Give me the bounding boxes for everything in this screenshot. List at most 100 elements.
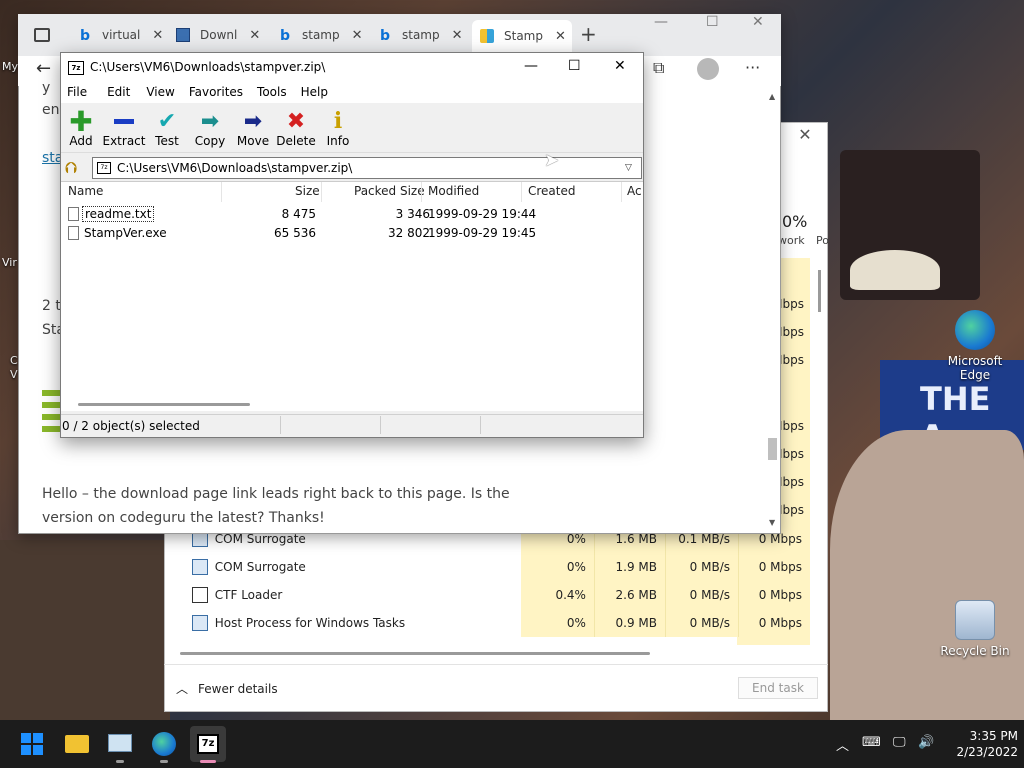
tab-actions-icon[interactable]	[34, 28, 50, 42]
window-title: C:\Users\VM6\Downloads\stampver.zip\	[90, 60, 326, 74]
desktop-icon-label: Microsoft Edge	[947, 354, 1003, 382]
tab-label: Stamp	[504, 29, 543, 43]
close-icon[interactable]: ✕	[790, 124, 820, 146]
close-tab-icon[interactable]: ✕	[555, 29, 566, 44]
info-button[interactable]: i Info	[316, 108, 360, 148]
process-row[interactable]: CTF Loader 0.4% 2.6 MB 0 MB/s 0 Mbps	[164, 581, 811, 609]
file-packed-size: 3 346	[395, 207, 430, 221]
delete-button[interactable]: ✖ Delete	[274, 108, 318, 149]
menu-help[interactable]: Help	[295, 83, 334, 103]
end-task-button[interactable]: End task	[738, 677, 818, 699]
close-tab-icon[interactable]: ✕	[249, 28, 260, 43]
recycle-bin-icon	[955, 600, 995, 640]
add-button[interactable]: ✚ Add	[59, 105, 103, 149]
tab-stamp[interactable]: b stamp ✕	[270, 22, 364, 48]
chevron-up-icon[interactable]: ︿	[836, 735, 849, 754]
column-header-name[interactable]: Name	[68, 184, 103, 198]
desktop-icon-recycle-bin[interactable]: Recycle Bin	[935, 600, 1015, 658]
column-separator[interactable]	[621, 182, 622, 202]
process-memory: 1.9 MB	[593, 553, 665, 581]
network-icon[interactable]: 🖵	[893, 735, 906, 750]
column-header-modified[interactable]: Modified	[428, 184, 479, 198]
column-header-size[interactable]: Size	[295, 184, 320, 198]
new-tab-button[interactable]: +	[580, 22, 597, 46]
toolbar-label: Copy	[194, 134, 226, 148]
profile-avatar-icon[interactable]	[697, 58, 719, 80]
close-icon[interactable]: ✕	[752, 14, 764, 30]
maximize-icon[interactable]: ☐	[706, 14, 719, 30]
edge-icon	[955, 310, 995, 350]
chevron-down-icon[interactable]: ▽	[625, 163, 641, 173]
folder-up-icon[interactable]: ⮉	[65, 158, 77, 178]
scroll-down-arrow-icon[interactable]: ▼	[769, 518, 775, 527]
desktop-icon-label: Recycle Bin	[940, 644, 1010, 658]
menu-favorites[interactable]: Favorites	[183, 83, 249, 103]
sevenzip-taskbar-button[interactable]: 7z	[190, 726, 226, 762]
task-manager-button[interactable]	[102, 726, 138, 762]
column-separator[interactable]	[421, 182, 422, 202]
more-options-icon[interactable]: ···	[745, 58, 760, 77]
menu-view[interactable]: View	[140, 83, 180, 103]
column-separator[interactable]	[221, 182, 222, 202]
clock[interactable]: 3:35 PM 2/23/2022	[940, 728, 1018, 760]
tab-download[interactable]: Downl ✕	[168, 22, 262, 48]
menu-edit[interactable]: Edit	[101, 83, 136, 103]
close-tab-icon[interactable]: ✕	[152, 28, 163, 43]
desktop-icon-edge[interactable]: Microsoft Edge	[935, 310, 1015, 382]
file-list-horizontal-scrollbar[interactable]	[78, 403, 250, 406]
maximize-icon[interactable]: ☐	[568, 58, 581, 74]
keyboard-icon[interactable]: ⌨	[862, 735, 881, 750]
volume-icon[interactable]: 🔊	[918, 735, 934, 750]
status-separator	[480, 416, 481, 434]
menu-file[interactable]: File	[61, 83, 93, 103]
tab-stamp-active[interactable]: Stamp ✕	[472, 20, 572, 52]
column-header-attributes[interactable]: Ac	[627, 184, 642, 198]
fewer-details-button[interactable]: ︿ Fewer details	[176, 680, 278, 697]
address-combobox[interactable]: 7z C:\Users\VM6\Downloads\stampver.zip\ …	[92, 157, 642, 179]
extract-button[interactable]: Extract	[102, 108, 146, 148]
column-separator[interactable]	[321, 182, 322, 202]
file-packed-size: 32 802	[388, 226, 430, 240]
collections-icon[interactable]: ⧉	[653, 58, 664, 78]
task-manager-horizontal-scrollbar[interactable]	[180, 652, 650, 655]
minus-icon	[102, 108, 146, 134]
task-manager-vertical-scrollbar[interactable]	[818, 270, 821, 312]
file-explorer-button[interactable]	[58, 726, 94, 762]
column-header-created[interactable]: Created	[528, 184, 576, 198]
archive-icon: 7z	[97, 162, 111, 174]
process-name: Host Process for Windows Tasks	[214, 616, 406, 630]
active-indicator	[200, 760, 216, 763]
column-header-packed-size[interactable]: Packed Size	[354, 184, 425, 198]
process-row[interactable]: COM Surrogate 0% 1.9 MB 0 MB/s 0 Mbps	[164, 553, 811, 581]
close-tab-icon[interactable]: ✕	[452, 28, 463, 43]
minimize-icon[interactable]: —	[654, 14, 668, 30]
edge-button[interactable]	[146, 726, 182, 762]
network-column-header[interactable]: work	[778, 234, 805, 247]
scroll-up-arrow-icon[interactable]: ▲	[769, 92, 775, 101]
process-disk: 0 MB/s	[665, 609, 738, 637]
close-icon[interactable]: ✕	[614, 58, 626, 74]
page-text-fragment: en	[42, 102, 60, 118]
tab-stamp[interactable]: b stamp ✕	[370, 22, 464, 48]
process-network: 0 Mbps	[738, 581, 811, 609]
copy-button[interactable]: ➡ Copy	[188, 108, 232, 149]
comment-text: Hello – the download page link leads rig…	[42, 486, 510, 502]
tab-label: virtual	[102, 28, 141, 42]
move-button[interactable]: ➡ Move	[231, 108, 275, 149]
file-size: 65 536	[274, 226, 316, 240]
process-row[interactable]: Host Process for Windows Tasks 0% 0.9 MB…	[164, 609, 811, 637]
page-text-fragment: 2 t	[42, 298, 61, 314]
browser-scrollbar-thumb[interactable]	[768, 438, 777, 460]
close-tab-icon[interactable]: ✕	[352, 28, 363, 43]
tab-virtual[interactable]: b virtual ✕	[70, 22, 164, 48]
column-separator[interactable]	[521, 182, 522, 202]
test-button[interactable]: ✔ Test	[145, 108, 189, 149]
file-row[interactable]: readme.txt 8 475 3 346 1999-09-29 19:44	[61, 205, 643, 224]
start-button[interactable]	[14, 726, 50, 762]
minimize-icon[interactable]: —	[524, 58, 538, 74]
comment-avatar	[42, 390, 62, 434]
menu-tools[interactable]: Tools	[251, 83, 293, 103]
power-column-header[interactable]: Po	[816, 234, 829, 247]
running-indicator	[160, 760, 168, 763]
file-row[interactable]: StampVer.exe 65 536 32 802 1999-09-29 19…	[61, 224, 643, 243]
